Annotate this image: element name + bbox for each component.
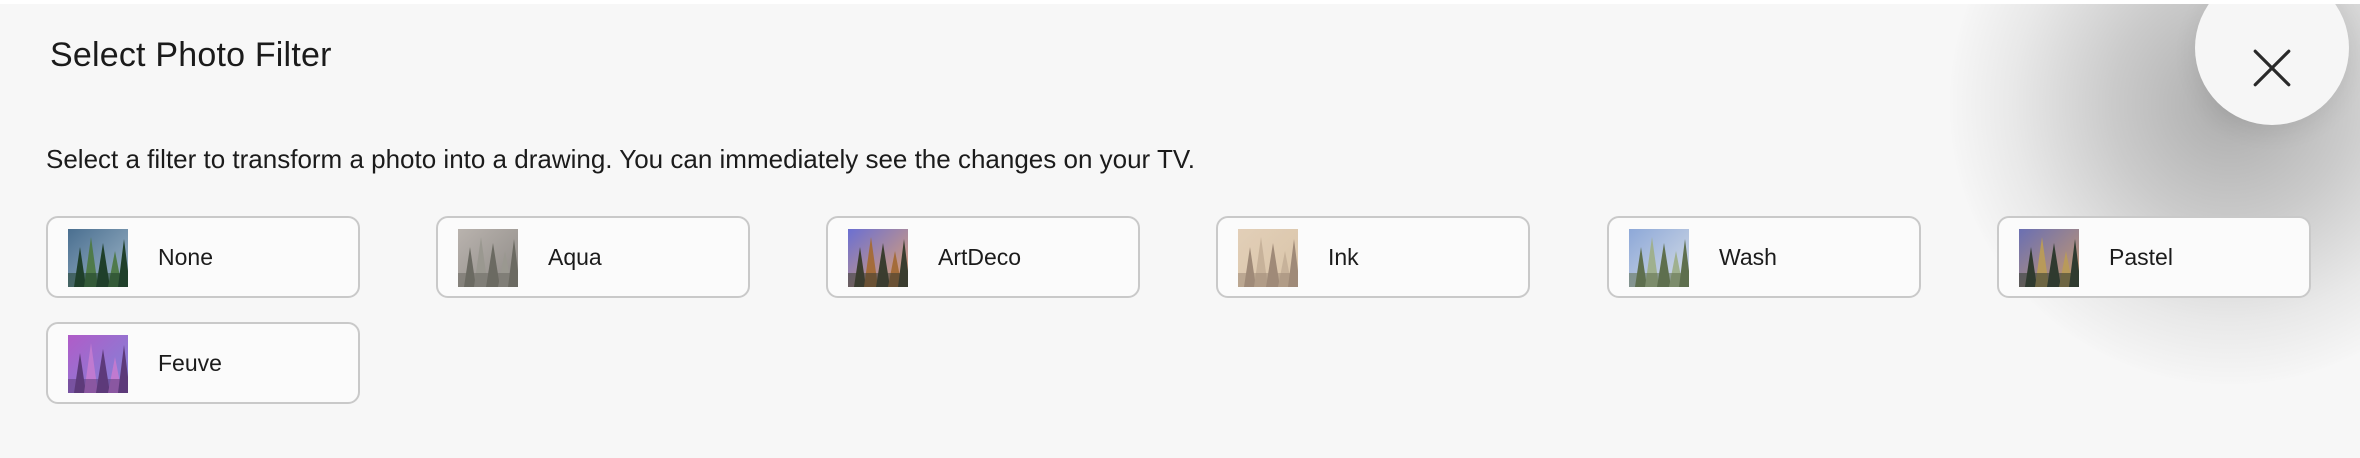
filter-option-label: ArtDeco — [938, 244, 1022, 270]
filter-option-label: Feuve — [158, 350, 222, 376]
filter-thumbnail — [1629, 229, 1689, 287]
filter-option-label: Wash — [1719, 244, 1777, 270]
filter-option-pastel[interactable]: Pastel — [1997, 216, 2311, 298]
filter-thumbnail — [1238, 229, 1298, 287]
filter-option-label: Aqua — [548, 244, 602, 270]
filter-thumbnail — [458, 229, 518, 287]
filter-option-feuve[interactable]: Feuve — [46, 322, 360, 404]
close-button[interactable] — [2195, 4, 2349, 125]
filter-option-label: Ink — [1328, 244, 1359, 270]
filter-option-none[interactable]: None — [46, 216, 360, 298]
filter-thumbnail — [2019, 229, 2079, 287]
filter-dialog: Select Photo Filter Select a filter to t… — [0, 4, 2360, 458]
filter-thumbnail — [68, 335, 128, 393]
filter-option-artdeco[interactable]: ArtDeco — [826, 216, 1140, 298]
filter-thumbnail — [68, 229, 128, 287]
filter-thumbnail — [848, 229, 908, 287]
dialog-title: Select Photo Filter — [50, 36, 332, 74]
filter-option-ink[interactable]: Ink — [1216, 216, 1530, 298]
filter-option-aqua[interactable]: Aqua — [436, 216, 750, 298]
filter-option-label: Pastel — [2109, 244, 2173, 270]
filter-option-label: None — [158, 244, 213, 270]
close-icon — [2253, 49, 2291, 87]
filter-option-wash[interactable]: Wash — [1607, 216, 1921, 298]
dialog-description: Select a filter to transform a photo int… — [46, 144, 1196, 174]
